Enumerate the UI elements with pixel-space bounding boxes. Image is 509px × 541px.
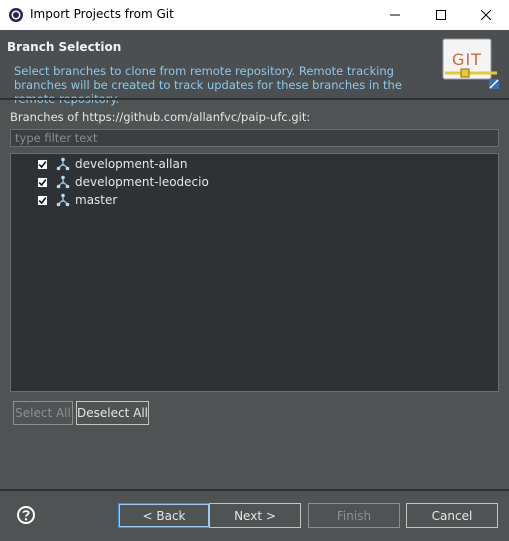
branch-list: development-allan development-leodecio m… (10, 153, 499, 392)
checkbox-checked-icon[interactable] (37, 159, 48, 170)
branches-label: Branches of https://github.com/allanfvc/… (10, 110, 311, 124)
list-item-label: development-leodecio (75, 175, 209, 189)
minimize-icon (390, 14, 400, 16)
select-all-button[interactable]: Select All (13, 401, 73, 425)
maximize-icon (436, 10, 446, 20)
checkbox-checked-icon[interactable] (37, 177, 48, 188)
list-item[interactable]: development-allan (11, 155, 498, 173)
minimize-button[interactable] (372, 0, 418, 30)
branch-icon (56, 175, 70, 189)
footer-separator (0, 489, 509, 491)
eclipse-app-icon (9, 8, 23, 22)
page-title: Branch Selection (7, 40, 122, 54)
list-item[interactable]: development-leodecio (11, 173, 498, 191)
git-logo-icon: GIT (442, 38, 499, 89)
wizard-header: Branch Selection Select branches to clon… (0, 30, 509, 106)
cancel-button[interactable]: Cancel (406, 503, 498, 528)
window-title: Import Projects from Git (30, 7, 174, 21)
help-icon[interactable] (16, 505, 36, 525)
back-button[interactable]: < Back (118, 503, 210, 528)
svg-text:GIT: GIT (452, 50, 482, 69)
close-button[interactable] (463, 0, 509, 30)
deselect-all-button[interactable]: Deselect All (76, 401, 149, 425)
list-item-label: development-allan (75, 157, 188, 171)
branch-icon (56, 157, 70, 171)
filter-input[interactable] (10, 129, 499, 147)
branch-icon (56, 193, 70, 207)
list-item-label: master (75, 193, 118, 207)
checkbox-checked-icon[interactable] (37, 195, 48, 206)
finish-button[interactable]: Finish (308, 503, 400, 528)
maximize-button[interactable] (418, 0, 464, 30)
title-bar: Import Projects from Git (0, 0, 509, 30)
close-icon (481, 10, 491, 20)
list-item[interactable]: master (11, 191, 498, 209)
next-button[interactable]: Next > (209, 503, 301, 528)
header-separator (0, 98, 509, 100)
